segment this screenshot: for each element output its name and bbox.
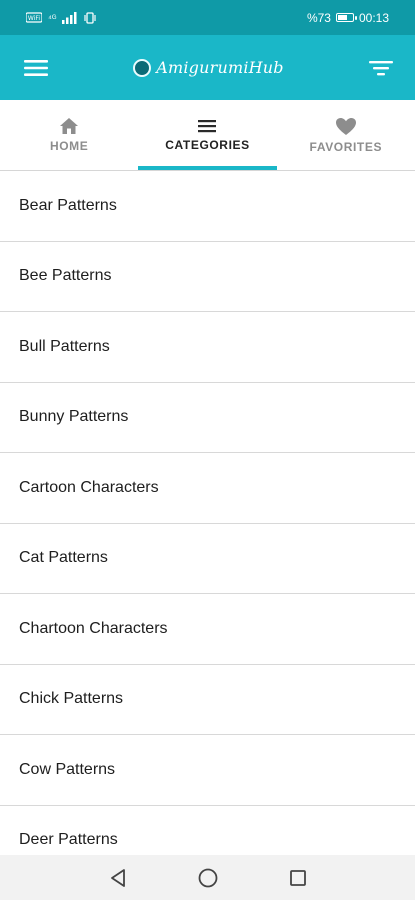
list-item[interactable]: Cartoon Characters xyxy=(0,453,415,524)
hamburger-menu-icon[interactable] xyxy=(22,54,50,82)
status-left: WiFi ⁴ᴳ xyxy=(26,11,96,24)
app-bar: AmigurumiHub xyxy=(0,35,415,100)
list-item-label: Deer Patterns xyxy=(19,831,118,849)
tab-favorites[interactable]: FAVORITES xyxy=(277,100,415,170)
clock: 00:13 xyxy=(358,10,389,25)
home-icon xyxy=(60,118,79,134)
battery-icon xyxy=(335,13,357,22)
tab-categories-label: CATEGORIES xyxy=(165,138,250,152)
list-item[interactable]: Bunny Patterns xyxy=(0,383,415,453)
status-bar: WiFi ⁴ᴳ %73 00:13 xyxy=(0,0,415,35)
home-circle-icon[interactable] xyxy=(195,865,221,891)
wifi-icon: WiFi xyxy=(26,12,42,23)
list-item-label: Cartoon Characters xyxy=(19,478,159,496)
list-item[interactable]: Bear Patterns xyxy=(0,171,415,242)
tab-home-label: HOME xyxy=(49,139,89,153)
category-list: Bear Patterns Bee Patterns Bull Patterns… xyxy=(0,171,415,856)
recents-square-icon[interactable] xyxy=(285,865,311,891)
list-item[interactable]: Cat Patterns xyxy=(0,524,415,594)
list-item[interactable]: Bull Patterns xyxy=(0,312,415,383)
list-item[interactable]: Chick Patterns xyxy=(0,665,415,735)
tab-favorites-label: FAVORITES xyxy=(309,139,383,154)
list-item-label: Chartoon Characters xyxy=(19,619,168,637)
logo-text: AmigurumiHub xyxy=(156,58,284,77)
filter-icon[interactable] xyxy=(367,54,395,82)
list-item-label: Chick Patterns xyxy=(19,690,124,708)
tab-bar: HOME CATEGORIES FAVORITES xyxy=(0,100,415,170)
vibrate-icon xyxy=(84,11,96,24)
list-item-label: Bee Patterns xyxy=(19,267,112,285)
app-logo: AmigurumiHub xyxy=(133,58,284,77)
svg-text:WiFi: WiFi xyxy=(28,15,40,22)
list-item[interactable]: Deer Patterns xyxy=(0,806,415,857)
network-type: ⁴ᴳ xyxy=(48,12,57,23)
tab-categories[interactable]: CATEGORIES xyxy=(138,100,277,170)
heart-icon xyxy=(335,117,356,135)
list-icon xyxy=(198,120,217,133)
list-item-label: Bear Patterns xyxy=(19,196,117,214)
list-item[interactable]: Chartoon Characters xyxy=(0,594,415,665)
tab-home[interactable]: HOME xyxy=(0,100,138,170)
list-item-label: Bull Patterns xyxy=(19,337,110,355)
list-item[interactable]: Bee Patterns xyxy=(0,242,415,312)
battery-percent: %73 xyxy=(306,10,331,25)
list-item-label: Cat Patterns xyxy=(19,549,108,567)
list-item-label: Bunny Patterns xyxy=(19,408,129,426)
signal-icon xyxy=(62,11,77,24)
yarn-ball-icon xyxy=(133,58,152,77)
list-item[interactable]: Cow Patterns xyxy=(0,735,415,806)
status-right: %73 00:13 xyxy=(307,11,389,25)
back-triangle-icon[interactable] xyxy=(105,865,131,891)
system-nav-bar xyxy=(0,855,415,900)
list-item-label: Cow Patterns xyxy=(19,760,116,778)
